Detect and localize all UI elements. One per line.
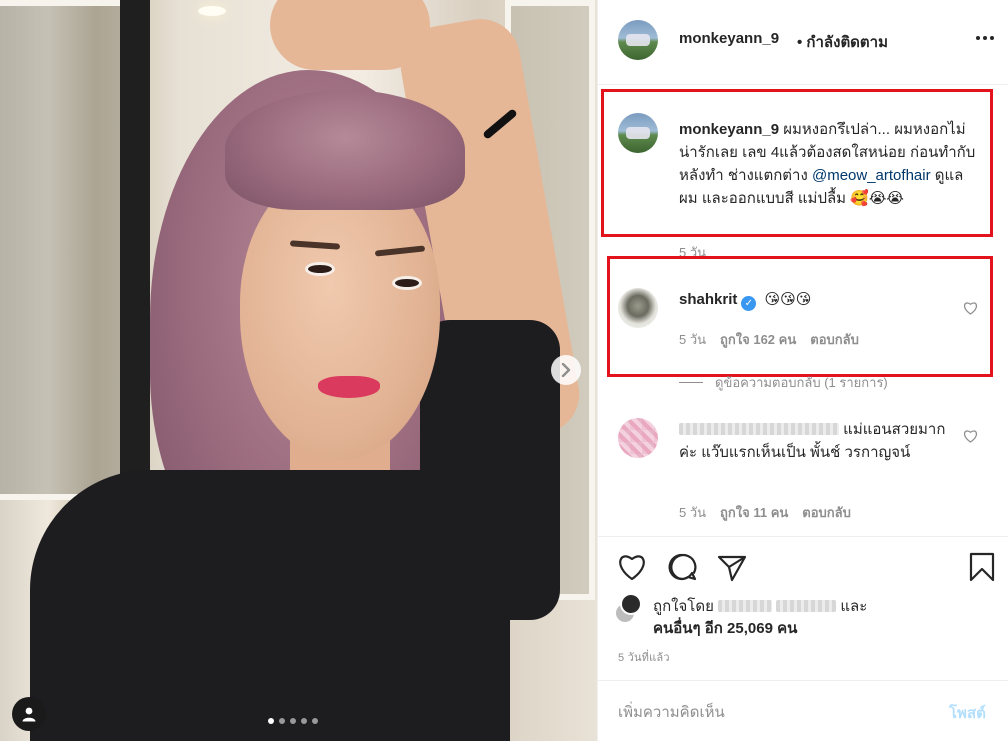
comment-username[interactable]: shahkrit	[679, 291, 737, 308]
carousel-dot	[279, 718, 285, 724]
view-replies-label: ดูข้อความตอบกลับ (1 รายการ)	[715, 375, 888, 390]
post-comment-button[interactable]: โพสต์	[949, 701, 986, 725]
carousel-dot	[312, 718, 318, 724]
post-timestamp[interactable]: 5 วันที่แล้ว	[618, 648, 670, 666]
comment-icon[interactable]	[667, 553, 697, 581]
bookmark-icon[interactable]	[969, 552, 995, 582]
caption-avatar[interactable]	[618, 113, 658, 153]
liker-avatar[interactable]	[620, 593, 642, 615]
comment-likes[interactable]: ถูกใจ 11 คน	[720, 502, 788, 523]
like-comment-heart-icon[interactable]	[963, 301, 978, 315]
post-details-panel: monkeyann_9 • กำลังติดตาม monkeyann_9 ผม…	[597, 0, 1008, 741]
blurred-username[interactable]	[679, 423, 839, 435]
comment-likes[interactable]: ถูกใจ 162 คน	[720, 329, 796, 350]
heart-icon[interactable]	[617, 553, 647, 581]
face	[240, 170, 440, 460]
hand	[270, 0, 430, 70]
background-door-left	[0, 0, 134, 500]
comment-time[interactable]: 5 วัน	[679, 329, 706, 350]
divider	[598, 680, 1008, 681]
more-options-button[interactable]	[976, 36, 994, 40]
post-photo[interactable]	[0, 0, 597, 741]
owner-avatar[interactable]	[618, 20, 658, 60]
verified-badge-icon: ✓	[741, 296, 757, 311]
more-dot-icon	[983, 36, 987, 40]
divider	[598, 84, 1008, 85]
user-icon	[22, 707, 36, 722]
caption-text: monkeyann_9 ผมหงอกรึเปล่า... ผมหงอกไม่น่…	[679, 118, 979, 210]
reply-button[interactable]: ตอบกลับ	[810, 329, 859, 350]
chevron-right-icon	[561, 363, 571, 377]
comment-highlight-box	[607, 256, 993, 377]
comment-body: 😘😘😘	[764, 291, 812, 308]
likes-summary: ถูกใจโดย และ คนอื่นๆ อีก 25,069 คน	[653, 596, 953, 640]
reply-line-icon	[679, 382, 703, 383]
left-eye	[305, 262, 335, 276]
comment-avatar[interactable]	[618, 288, 658, 328]
carousel-dot	[301, 718, 307, 724]
view-replies-button[interactable]: ดูข้อความตอบกลับ (1 รายการ)	[679, 372, 888, 393]
like-comment-heart-icon[interactable]	[963, 429, 978, 443]
right-eye	[392, 276, 422, 290]
comment-meta: 5 วัน ถูกใจ 11 คน ตอบกลับ	[679, 502, 851, 523]
more-dot-icon	[976, 36, 980, 40]
carousel-dot	[290, 718, 296, 724]
comment-text: แม่แอนสวยมากค่ะ แว๊บแรกเห็นเป็น พั้นช์ ว…	[679, 418, 959, 464]
comment-meta: 5 วัน ถูกใจ 162 คน ตอบกลับ	[679, 329, 859, 350]
caption-username[interactable]: monkeyann_9	[679, 121, 779, 138]
likes-prefix: ถูกใจโดย	[653, 598, 714, 615]
owner-username[interactable]: monkeyann_9	[679, 30, 779, 47]
next-photo-button[interactable]	[551, 355, 581, 385]
reply-button[interactable]: ตอบกลับ	[802, 502, 851, 523]
comment-avatar[interactable]	[618, 418, 658, 458]
carousel-indicator	[268, 718, 318, 724]
following-status[interactable]: • กำลังติดตาม	[797, 30, 888, 54]
likes-others-link[interactable]: คนอื่นๆ อีก 25,069 คน	[653, 620, 797, 637]
lips	[318, 376, 380, 398]
comment-time[interactable]: 5 วัน	[679, 502, 706, 523]
tagged-users-button[interactable]	[12, 697, 46, 731]
share-icon[interactable]	[717, 554, 747, 582]
more-dot-icon	[990, 36, 994, 40]
hair-top	[225, 90, 465, 210]
divider	[598, 536, 1008, 537]
blurred-liker[interactable]	[776, 600, 837, 612]
comment-text: shahkrit ✓ 😘😘😘	[679, 290, 811, 311]
caption-mention-link[interactable]: @meow_artofhair	[812, 167, 931, 184]
shirt-sleeve	[420, 320, 560, 620]
add-comment-input[interactable]	[618, 700, 938, 724]
ceiling-light	[198, 6, 226, 16]
carousel-dot	[268, 718, 274, 724]
blurred-liker[interactable]	[718, 600, 773, 612]
likes-conjunction: และ	[840, 598, 868, 615]
